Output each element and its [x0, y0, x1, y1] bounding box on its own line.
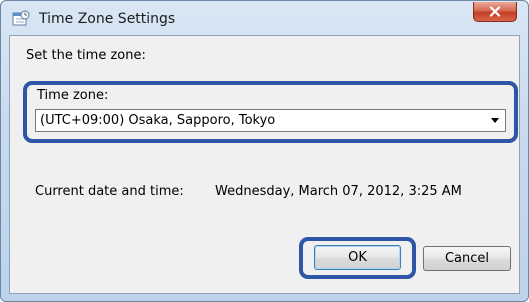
window-title: Time Zone Settings	[39, 11, 176, 27]
set-time-zone-prompt: Set the time zone:	[26, 48, 146, 63]
title-bar[interactable]: Time Zone Settings	[1, 1, 528, 35]
ok-button[interactable]: OK	[314, 245, 401, 270]
time-zone-label: Time zone:	[37, 88, 109, 103]
cancel-button[interactable]: Cancel	[423, 246, 511, 271]
time-zone-selected-value: (UTC+09:00) Osaka, Sapporo, Tokyo	[40, 113, 276, 128]
time-zone-group: Time zone: (UTC+09:00) Osaka, Sapporo, T…	[23, 81, 518, 143]
calendar-clock-icon	[12, 10, 30, 26]
dropdown-arrow-icon[interactable]	[491, 118, 499, 123]
time-zone-settings-window: Time Zone Settings Set the time zone: Ti…	[0, 0, 529, 302]
close-button[interactable]	[473, 2, 517, 22]
dialog-body: Set the time zone: Time zone: (UTC+09:00…	[9, 35, 520, 294]
close-icon	[489, 2, 501, 21]
ok-button-highlight: OK	[299, 237, 416, 279]
current-datetime-label: Current date and time:	[35, 184, 184, 199]
current-datetime-value: Wednesday, March 07, 2012, 3:25 AM	[215, 184, 462, 199]
time-zone-dropdown[interactable]: (UTC+09:00) Osaka, Sapporo, Tokyo	[35, 109, 506, 132]
